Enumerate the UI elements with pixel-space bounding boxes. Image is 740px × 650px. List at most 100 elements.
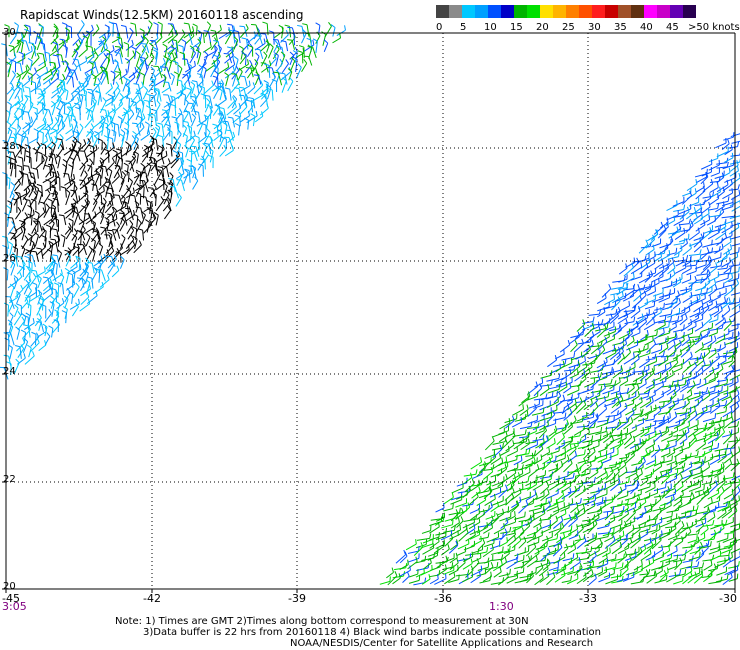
wind-barb <box>32 147 38 162</box>
wind-barb <box>110 70 116 85</box>
wind-barb <box>224 72 229 87</box>
wind-barb <box>80 162 86 177</box>
wind-barb <box>644 468 654 478</box>
wind-barb <box>715 333 726 344</box>
wind-barb <box>170 103 177 117</box>
wind-barb <box>560 525 573 534</box>
wind-barb <box>708 153 719 163</box>
wind-barb <box>490 577 505 585</box>
wind-barb <box>667 411 678 424</box>
wind-barb <box>105 142 115 155</box>
lon-label-36: -36 <box>434 592 452 605</box>
wind-barb <box>566 573 579 585</box>
wind-barb <box>653 482 667 492</box>
wind-barb <box>129 194 138 207</box>
lon-label-33: -33 <box>579 592 597 605</box>
wind-barb <box>728 573 739 582</box>
wind-barb <box>703 560 713 571</box>
wind-barb <box>267 67 276 79</box>
wind-barb <box>99 157 105 173</box>
wind-barb <box>202 42 212 53</box>
wind-barb <box>469 504 481 514</box>
wind-barb <box>42 189 51 205</box>
wind-barb <box>686 450 699 458</box>
wind-barb <box>535 562 544 576</box>
wind-barb <box>205 59 216 72</box>
wind-barb <box>182 73 191 85</box>
wind-barb <box>239 75 248 87</box>
wind-barb <box>190 113 196 127</box>
wind-barb <box>100 52 108 68</box>
wind-barb <box>555 471 569 481</box>
wind-barb <box>27 57 33 71</box>
lon-label-42: -42 <box>143 592 161 605</box>
wind-barb <box>667 533 678 547</box>
wind-barb <box>173 71 179 86</box>
wind-barb <box>24 198 33 211</box>
wind-barb <box>56 298 65 310</box>
wind-barb <box>527 381 539 395</box>
wind-barb <box>42 153 48 170</box>
wind-barb <box>134 200 140 213</box>
wind-barb <box>23 110 31 122</box>
wind-barb <box>525 489 537 501</box>
wind-barb <box>194 135 200 148</box>
wind-barb <box>577 454 590 464</box>
wind-barb <box>93 281 104 295</box>
wind-barb <box>687 435 698 449</box>
wind-barb <box>566 464 579 477</box>
wind-barb <box>555 489 565 502</box>
wind-barb <box>717 342 726 353</box>
wind-barb <box>682 571 693 585</box>
wind-barb <box>479 575 492 584</box>
wind-barb <box>306 37 312 52</box>
wind-barb <box>386 567 394 579</box>
wind-barb <box>133 95 141 107</box>
wind-barb <box>212 123 219 136</box>
wind-barb <box>9 70 16 85</box>
wind-barb <box>553 495 565 505</box>
time-label-right: 1:30 <box>489 600 514 613</box>
wind-barb <box>450 509 459 522</box>
wind-barb <box>651 544 664 558</box>
wind-barb <box>518 448 531 457</box>
wind-barb <box>219 144 227 157</box>
wind-barb <box>73 210 79 226</box>
wind-barb <box>13 100 21 115</box>
wind-barb <box>714 501 728 509</box>
wind-barb <box>15 61 23 74</box>
wind-barb <box>99 121 105 136</box>
wind-barb <box>65 147 73 164</box>
wind-barb <box>148 42 154 57</box>
wind-barb <box>573 424 585 436</box>
wind-barb <box>630 443 640 456</box>
wind-barb <box>84 68 94 80</box>
wind-barb <box>161 82 171 94</box>
wind-barb <box>708 576 723 585</box>
wind-barb <box>23 179 32 192</box>
wind-barb <box>162 126 171 142</box>
wind-barb <box>563 514 572 527</box>
wind-barb <box>3 354 12 366</box>
wind-barb <box>573 507 586 520</box>
wind-barb <box>605 410 619 418</box>
wind-barb <box>563 540 575 549</box>
wind-barb <box>128 66 137 79</box>
wind-barb <box>563 408 573 421</box>
wind-barb <box>157 21 163 37</box>
wind-barb <box>120 24 129 39</box>
wind-barb <box>443 492 454 505</box>
wind-barb <box>731 323 740 327</box>
wind-barb <box>58 214 67 226</box>
wind-barb <box>52 128 58 143</box>
wind-barb <box>716 328 730 340</box>
wind-barb <box>679 313 688 326</box>
wind-barb <box>672 196 685 207</box>
wind-barb <box>514 547 526 557</box>
wind-barb <box>87 91 93 106</box>
wind-barb <box>681 505 695 515</box>
wind-barb <box>568 403 578 416</box>
wind-barb <box>202 142 208 158</box>
wind-barb <box>667 307 681 318</box>
wind-barb <box>72 48 79 65</box>
